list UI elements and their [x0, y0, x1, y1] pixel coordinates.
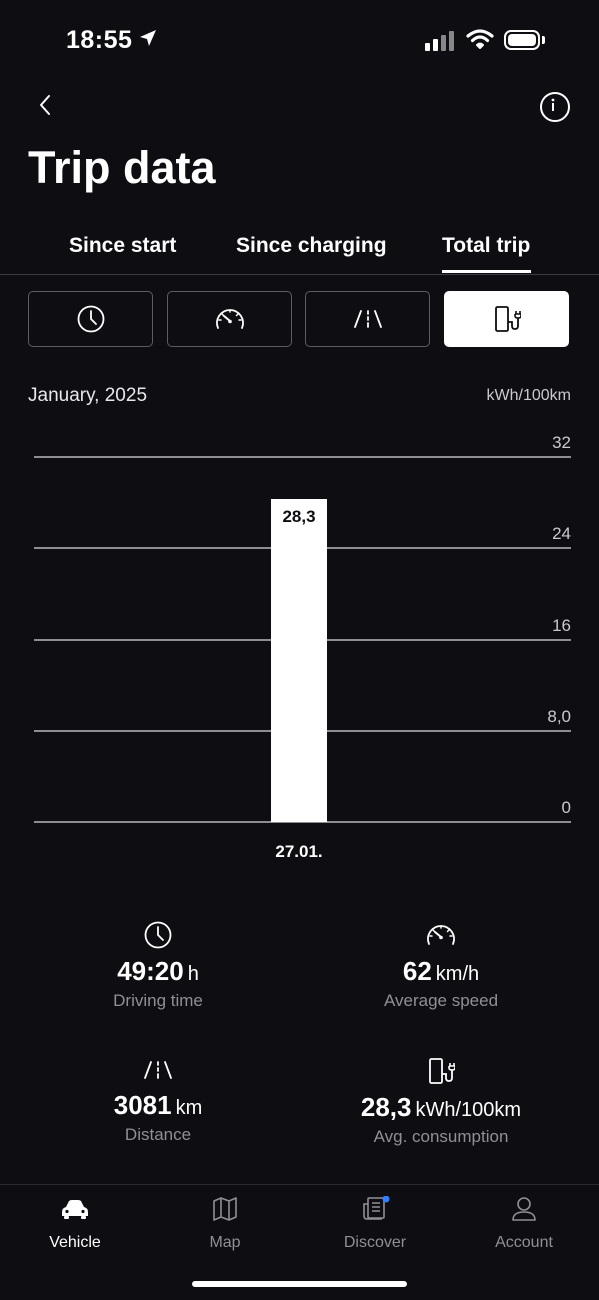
distance-value: 3081 km: [113, 1090, 203, 1120]
x-category-label: 27.01.: [275, 842, 323, 861]
y-tick-label: 16: [552, 615, 571, 635]
map-icon: [213, 1197, 237, 1221]
y-tick-label: 32: [552, 433, 571, 452]
clock-icon: [77, 305, 104, 333]
distance-label: Distance: [124, 1125, 192, 1144]
chart-bar[interactable]: [271, 499, 327, 822]
battery-tip: [542, 36, 545, 44]
home-indicator: [192, 1281, 407, 1287]
driving-time-label: Driving time: [113, 991, 203, 1010]
location-arrow-icon: [140, 30, 156, 46]
tab-divider: [0, 274, 599, 275]
chart-period: January, 2025: [28, 385, 148, 406]
charging-station-icon: [494, 306, 521, 332]
active-tab-indicator: [442, 270, 531, 273]
nav-item-account[interactable]: Account: [464, 1196, 584, 1252]
stat-distance: 3081 km Distance: [38, 1056, 278, 1145]
stat-driving-time: 49:20 h Driving time: [38, 920, 278, 1011]
y-tick-label: 8,0: [547, 706, 571, 726]
battery-icon: [504, 30, 540, 50]
nav-label-account: Account: [495, 1234, 553, 1251]
nav-label-map: Map: [209, 1234, 241, 1251]
avg-consumption-value: 28,3 kWh/100km: [360, 1092, 522, 1122]
person-icon: [512, 1197, 536, 1221]
y-tick-label: 0: [561, 798, 571, 817]
clock-icon: [144, 921, 172, 949]
nav-item-discover[interactable]: Discover: [315, 1195, 435, 1252]
y-tick-label: 24: [552, 524, 571, 544]
page-title: Trip data: [28, 142, 216, 193]
driving-time-value: 49:20 h: [117, 956, 199, 986]
back-button[interactable]: [34, 90, 58, 120]
chart-unit: kWh/100km: [486, 387, 571, 404]
car-icon: [62, 1200, 88, 1219]
tab-since-charging[interactable]: Since charging: [236, 234, 387, 258]
average-speed-value: 62 km/h: [402, 956, 480, 986]
info-button[interactable]: [540, 92, 570, 122]
tab-total-trip[interactable]: Total trip: [442, 234, 530, 258]
cellular-signal-icon: [425, 31, 454, 51]
speedometer-icon: [427, 925, 455, 945]
avg-consumption-label: Avg. consumption: [373, 1127, 509, 1146]
mode-driving-time-button[interactable]: [28, 291, 153, 347]
newspaper-icon: [363, 1195, 390, 1220]
nav-divider: [0, 1184, 599, 1185]
bar-value-label: 28,3: [282, 507, 316, 527]
wifi-icon: [466, 29, 494, 49]
nav-item-vehicle[interactable]: Vehicle: [15, 1196, 135, 1252]
speedometer-icon: [215, 309, 244, 329]
mode-distance-button[interactable]: [305, 291, 430, 347]
mode-speed-button[interactable]: [167, 291, 292, 347]
nav-label-discover: Discover: [343, 1234, 407, 1251]
average-speed-label: Average speed: [383, 991, 499, 1010]
stat-average-speed: 62 km/h Average speed: [321, 920, 561, 1011]
road-icon: [144, 1061, 172, 1079]
status-time: 18:55: [66, 26, 133, 54]
grid-line: [34, 456, 571, 458]
nav-label-vehicle: Vehicle: [49, 1234, 101, 1251]
road-icon: [353, 310, 382, 328]
tab-since-start[interactable]: Since start: [69, 234, 176, 258]
nav-item-map[interactable]: Map: [165, 1196, 285, 1252]
charging-station-icon: [429, 1058, 455, 1084]
stat-avg-consumption: 28,3 kWh/100km Avg. consumption: [321, 1056, 561, 1147]
mode-consumption-button[interactable]: [444, 291, 569, 347]
info-icon: [551, 98, 555, 111]
